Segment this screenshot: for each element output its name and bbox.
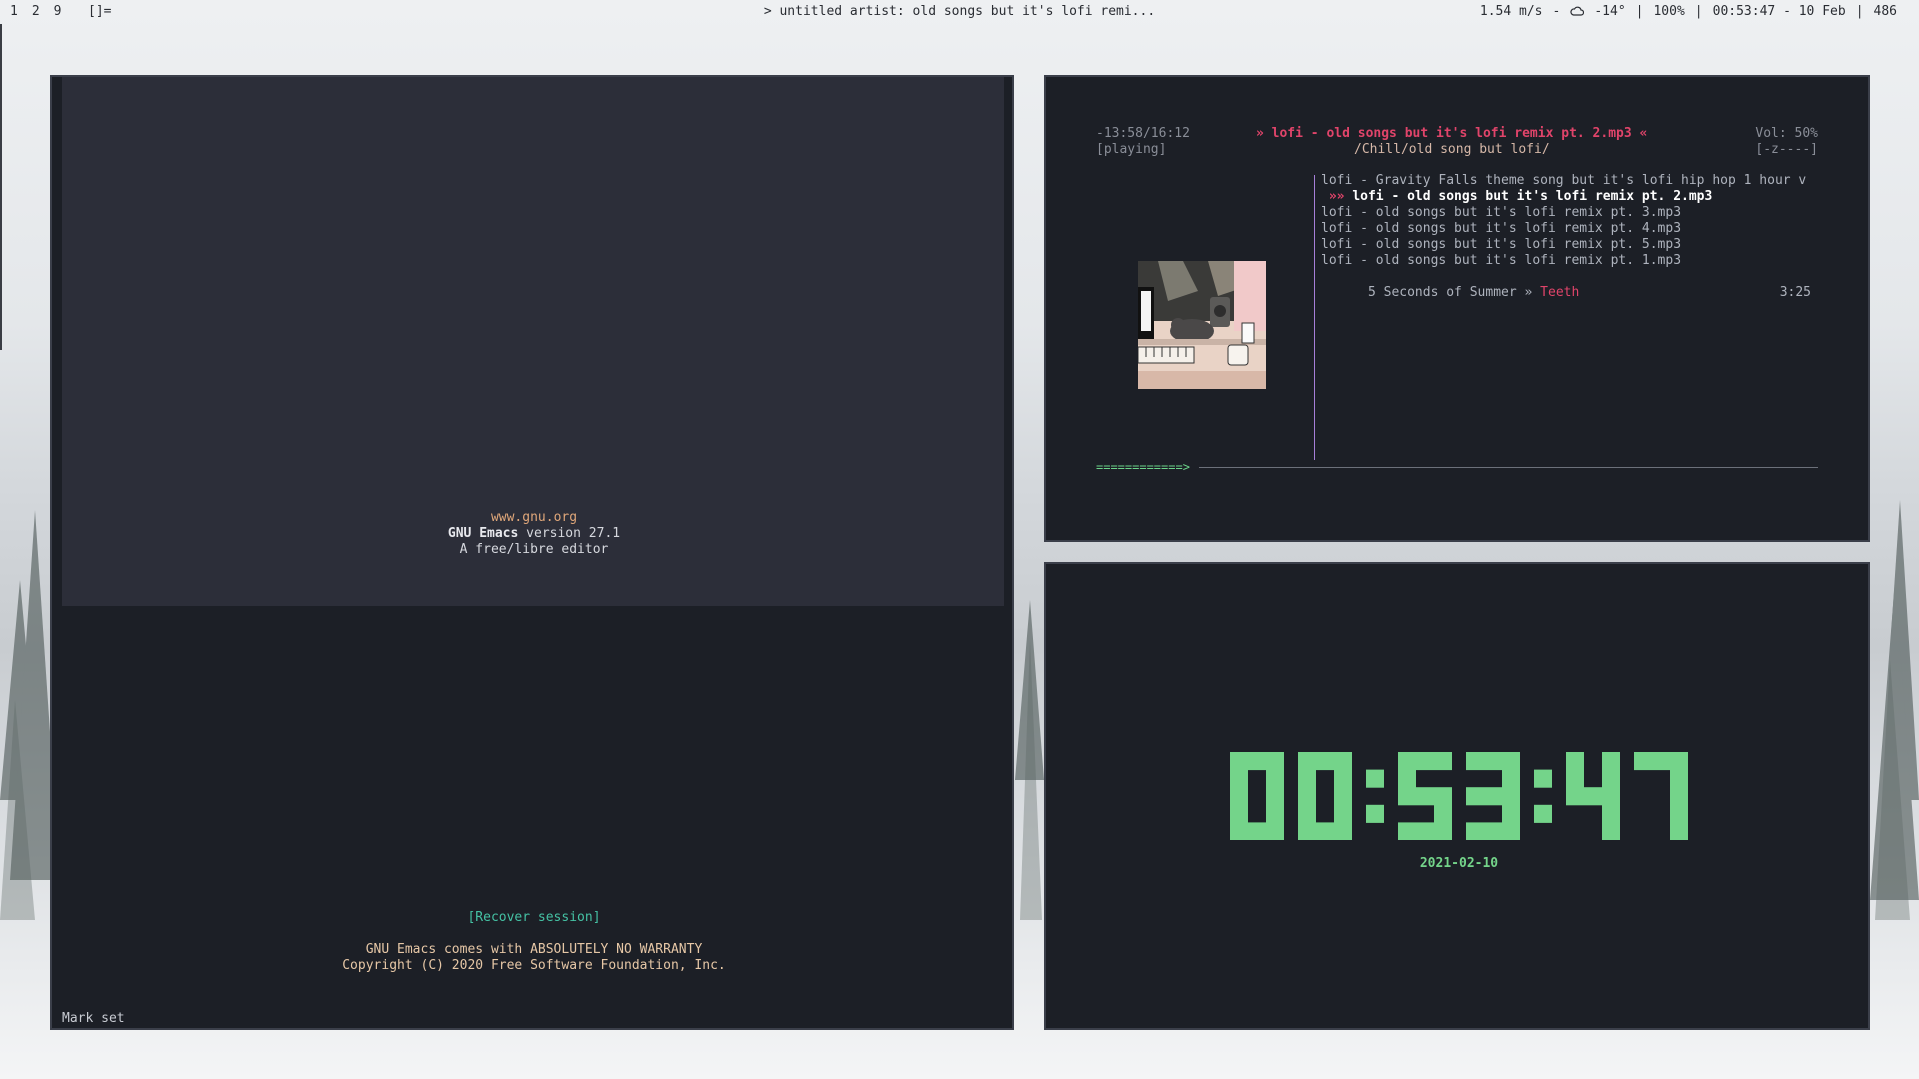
extra-counter: 486 <box>1873 4 1897 19</box>
separator: | <box>1635 4 1644 19</box>
top-bar: 1 2 9 []= > untitled artist: old songs b… <box>0 0 1919 24</box>
volume-level: Vol: 50% <box>1755 126 1818 141</box>
separator: | <box>1694 4 1703 19</box>
left-edge-strip <box>0 24 2 350</box>
clock-colon <box>1534 769 1552 823</box>
playlist-item[interactable]: lofi - old songs but it's lofi remix pt.… <box>1321 253 1831 269</box>
window-title: > untitled artist: old songs but it's lo… <box>763 4 1156 19</box>
temperature: -14° <box>1594 4 1626 19</box>
album-art <box>1138 261 1266 389</box>
clock-digit <box>1566 752 1620 840</box>
artist-title-separator: » <box>1524 285 1533 300</box>
volume-bar[interactable]: [-z----] <box>1755 142 1818 157</box>
playlist-item-title: lofi - old songs but it's lofi remix pt.… <box>1321 253 1682 268</box>
minibuffer[interactable]: Mark set <box>62 1011 125 1026</box>
status-area: 1.54 m/s - -14° | 100% | 00:53:47 - 10 Feb… <box>1480 4 1897 19</box>
now-playing-title: » lofi - old songs but it's lofi remix p… <box>1256 126 1648 141</box>
emacs-window[interactable]: www.gnu.org GNU Emacs version 27.1 A fre… <box>50 75 1014 1030</box>
player-state: [playing] <box>1096 142 1167 157</box>
song-duration: 3:25 <box>1779 285 1811 300</box>
emacs-tagline: A free/libre editor <box>459 542 609 557</box>
workspace-list: 1 2 9 <box>8 4 63 19</box>
playlist-item[interactable]: lofi - Gravity Falls theme song but it's… <box>1321 173 1831 189</box>
date-time: 00:53:47 - 10 Feb <box>1712 4 1846 19</box>
cloud-icon <box>1570 4 1585 19</box>
recover-session-link[interactable]: [Recover session] <box>467 910 600 925</box>
clock-colon <box>1366 769 1384 823</box>
battery-level: 100% <box>1653 4 1685 19</box>
gnu-link[interactable]: www.gnu.org <box>491 510 577 525</box>
playlist-item-title: lofi - old songs but it's lofi remix pt.… <box>1321 221 1682 236</box>
track-time: -13:58/16:12 <box>1096 126 1190 141</box>
current-directory: /Chill/old song but lofi/ <box>1354 142 1550 157</box>
clock-digit <box>1230 752 1284 840</box>
clock-digit <box>1634 752 1688 840</box>
playlist-item-title: lofi - Gravity Falls theme song but it's… <box>1321 173 1807 188</box>
emacs-name: GNU Emacs <box>447 526 519 541</box>
emacs-version: version 27.1 <box>526 526 621 541</box>
recover-session-line: [Recover session] <box>52 910 1016 926</box>
playlist-item-title: lofi - old songs but it's lofi remix pt.… <box>1321 205 1682 220</box>
playlist-separator <box>1314 175 1315 460</box>
current-track-arrow: »» <box>1328 189 1345 204</box>
playlist-item-current[interactable]: »» lofi - old songs but it's lofi remix … <box>1321 189 1831 205</box>
copyright-notice: Copyright (C) 2020 Free Software Foundat… <box>342 958 726 973</box>
progress-fill: ============> <box>1096 460 1190 474</box>
playlist-item[interactable]: lofi - old songs but it's lofi remix pt.… <box>1321 221 1831 237</box>
music-player-window[interactable]: -13:58/16:12 [playing] » lofi - old song… <box>1044 75 1870 542</box>
emacs-url-line: www.gnu.org <box>52 510 1016 526</box>
emacs-version-line: GNU Emacs version 27.1 <box>52 526 1016 542</box>
workspace-9[interactable]: 9 <box>52 4 64 19</box>
clock-digit <box>1466 752 1520 840</box>
clock-digit <box>1398 752 1452 840</box>
clock-digit <box>1298 752 1352 840</box>
playlist-item[interactable]: lofi - old songs but it's lofi remix pt.… <box>1321 237 1831 253</box>
workspace-1[interactable]: 1 <box>8 4 20 19</box>
workspace-2[interactable]: 2 <box>30 4 42 19</box>
progress-bar[interactable]: ============> <box>1096 460 1818 474</box>
playlist-item[interactable]: 5 Seconds of Summer » Teeth 3:25 <box>1321 269 1831 317</box>
playlist[interactable]: lofi - Gravity Falls theme song but it's… <box>1321 173 1831 317</box>
clock-display <box>1230 752 1688 840</box>
separator: | <box>1855 4 1864 19</box>
wind-speed: 1.54 m/s <box>1479 4 1543 19</box>
artist-name: 5 Seconds of Summer <box>1367 285 1517 300</box>
terminal-clock-window[interactable]: 2021-02-10 <box>1044 562 1870 1030</box>
playlist-item-title: lofi - old songs but it's lofi remix pt.… <box>1352 189 1713 204</box>
progress-track <box>1199 467 1818 468</box>
clock-date: 2021-02-10 <box>1419 856 1499 871</box>
layout-indicator[interactable]: []= <box>88 4 111 19</box>
playlist-item-title: lofi - old songs but it's lofi remix pt.… <box>1321 237 1682 252</box>
playlist-item[interactable]: lofi - old songs but it's lofi remix pt.… <box>1321 205 1831 221</box>
warranty-notice: GNU Emacs comes with ABSOLUTELY NO WARRA… <box>365 942 703 957</box>
weather-separator: - <box>1552 4 1561 19</box>
song-title: Teeth <box>1540 285 1580 300</box>
